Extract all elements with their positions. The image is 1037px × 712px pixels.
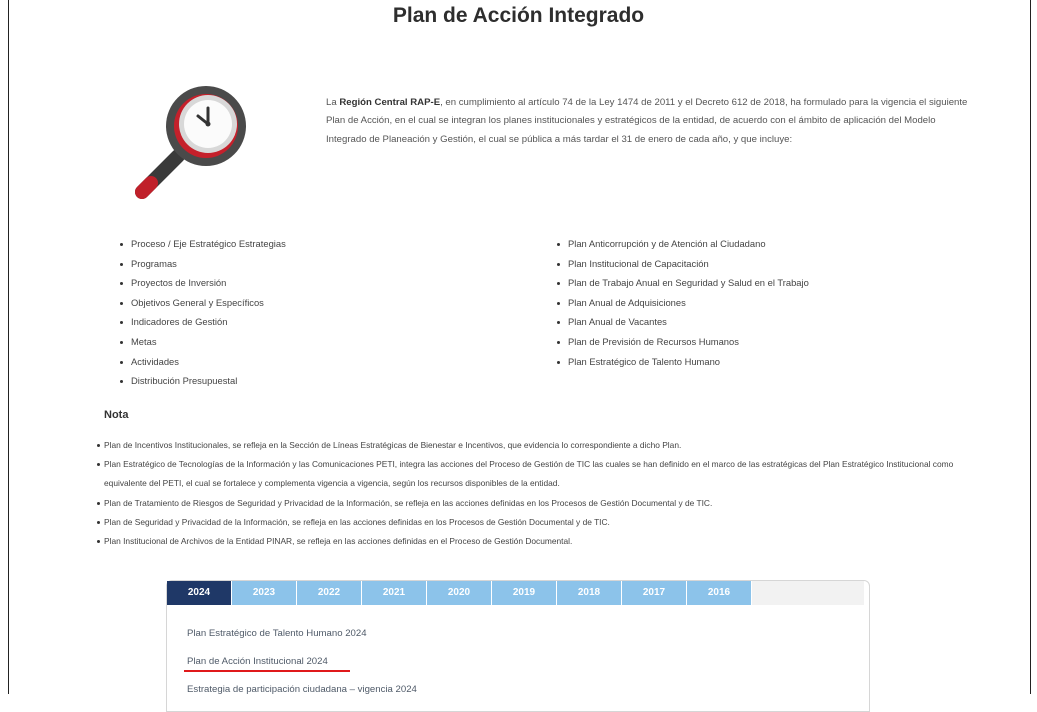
tabs-filler [752, 581, 864, 605]
tab-2023[interactable]: 2023 [232, 581, 297, 605]
tab-2020[interactable]: 2020 [427, 581, 492, 605]
nota-item: Plan de Incentivos Institucionales, se r… [96, 436, 976, 455]
nota-item: Plan Estratégico de Tecnologías de la In… [96, 455, 976, 493]
plan-components-list: Proceso / Eje Estratégico Estrategias Pr… [117, 234, 286, 391]
list-item: Plan de Previsión de Recursos Humanos [554, 332, 809, 352]
year-tabs: 2024 2023 2022 2021 2020 2019 2018 2017 … [167, 581, 864, 605]
list-item: Objetivos General y Específicos [117, 293, 286, 313]
nota-heading: Nota [104, 409, 129, 421]
tab-2022[interactable]: 2022 [297, 581, 362, 605]
list-item: Plan Anual de Vacantes [554, 312, 809, 332]
tab-2019[interactable]: 2019 [492, 581, 557, 605]
tab-content-links: Plan Estratégico de Talento Humano 2024 … [187, 627, 417, 711]
nota-item: Plan Institucional de Archivos de la Ent… [96, 532, 976, 551]
link-plan-accion-institucional-2024[interactable]: Plan de Acción Institucional 2024 [187, 655, 417, 683]
nota-list: Plan de Incentivos Institucionales, se r… [96, 436, 976, 551]
nota-item: Plan de Seguridad y Privacidad de la Inf… [96, 513, 976, 532]
list-item: Metas [117, 332, 286, 352]
nota-item: Plan de Tratamiento de Riesgos de Seguri… [96, 494, 976, 513]
tab-2018[interactable]: 2018 [557, 581, 622, 605]
list-item: Plan Anticorrupción y de Atención al Ciu… [554, 234, 809, 254]
list-item: Actividades [117, 352, 286, 372]
list-item: Plan Estratégico de Talento Humano [554, 352, 809, 372]
year-tabs-panel: 2024 2023 2022 2021 2020 2019 2018 2017 … [166, 580, 870, 712]
list-item: Proceso / Eje Estratégico Estrategias [117, 234, 286, 254]
list-item: Plan Institucional de Capacitación [554, 254, 809, 274]
intro-paragraph: La Región Central RAP-E, en cumplimiento… [326, 96, 968, 146]
list-item: Plan de Trabajo Anual en Seguridad y Sal… [554, 273, 809, 293]
list-item: Programas [117, 254, 286, 274]
tab-2016[interactable]: 2016 [687, 581, 752, 605]
highlight-underline [184, 670, 350, 672]
list-item: Proyectos de Inversión [117, 273, 286, 293]
page-title: Plan de Acción Integrado [392, 4, 645, 27]
organization-name: Región Central RAP-E [339, 96, 441, 108]
link-talento-humano-2024[interactable]: Plan Estratégico de Talento Humano 2024 [187, 627, 417, 655]
tab-2017[interactable]: 2017 [622, 581, 687, 605]
tab-2021[interactable]: 2021 [362, 581, 427, 605]
list-item: Indicadores de Gestión [117, 312, 286, 332]
list-item: Distribución Presupuestal [117, 371, 286, 391]
tab-2024[interactable]: 2024 [167, 581, 232, 605]
included-plans-list: Plan Anticorrupción y de Atención al Ciu… [554, 234, 809, 371]
list-item: Plan Anual de Adquisiciones [554, 293, 809, 313]
link-participacion-ciudadana-2024[interactable]: Estrategia de participación ciudadana – … [187, 683, 417, 711]
magnifier-clock-icon [128, 84, 248, 204]
